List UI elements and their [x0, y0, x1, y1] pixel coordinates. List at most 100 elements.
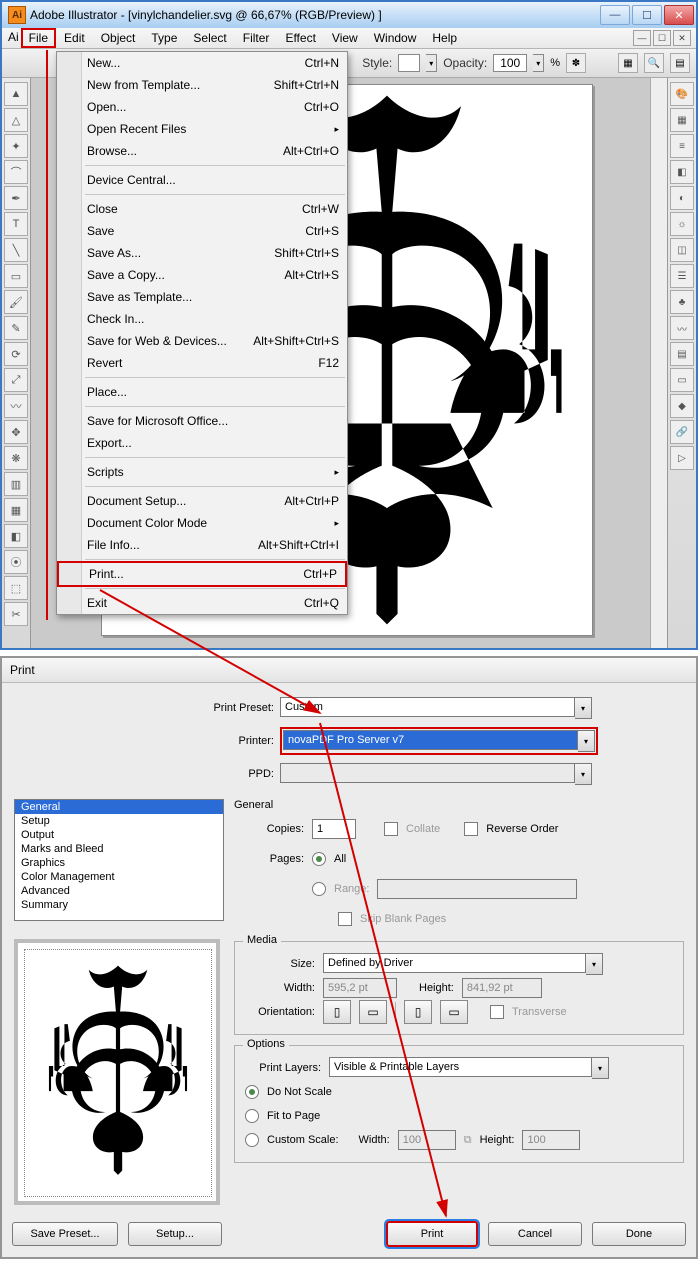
file-menu-item[interactable]: New...Ctrl+N [57, 52, 347, 74]
direct-select-tool-icon[interactable]: △ [4, 108, 28, 132]
lasso-tool-icon[interactable]: ⌒ [4, 160, 28, 184]
file-menu-item[interactable]: Export... [57, 432, 347, 454]
print-preset-combo[interactable]: Custom ▾ [280, 697, 592, 719]
slice-tool-icon[interactable]: ✂ [4, 602, 28, 626]
file-menu-item[interactable]: Open Recent Files▸ [57, 118, 347, 140]
file-menu-item[interactable]: Scripts▸ [57, 461, 347, 483]
category-item[interactable]: Graphics [15, 856, 223, 870]
print-preset-value[interactable]: Custom [280, 697, 575, 717]
style-dropdown-button[interactable]: ▾ [426, 54, 437, 72]
actions-panel-icon[interactable]: ▷ [670, 446, 694, 470]
file-menu-item[interactable]: Open...Ctrl+O [57, 96, 347, 118]
menu-select[interactable]: Select [185, 28, 234, 48]
symbol-sprayer-tool-icon[interactable]: ❋ [4, 446, 28, 470]
file-menu-item[interactable]: RevertF12 [57, 352, 347, 374]
file-menu-item[interactable]: CloseCtrl+W [57, 198, 347, 220]
type-tool-icon[interactable]: T [4, 212, 28, 236]
file-menu-item[interactable]: Save as Template... [57, 286, 347, 308]
orientation-portrait-up-icon[interactable]: ▯ [323, 1000, 351, 1024]
free-transform-tool-icon[interactable]: ✥ [4, 420, 28, 444]
vertical-scrollbar[interactable] [650, 78, 667, 648]
opacity-dropdown-button[interactable]: ▾ [533, 54, 544, 72]
file-menu-item[interactable]: Save for Web & Devices...Alt+Shift+Ctrl+… [57, 330, 347, 352]
pages-all-radio[interactable] [312, 852, 326, 866]
orientation-landscape-left-icon[interactable]: ▭ [359, 1000, 387, 1024]
paintbrush-tool-icon[interactable]: 🖌 [4, 290, 28, 314]
scale-tool-icon[interactable]: ⤢ [4, 368, 28, 392]
reverse-order-checkbox[interactable] [464, 822, 478, 836]
transparency-panel-icon[interactable]: ◐ [670, 186, 694, 210]
category-item[interactable]: Output [15, 828, 223, 842]
brushes-panel-icon[interactable]: 〰 [670, 316, 694, 340]
layers-panel-icon[interactable]: ☰ [670, 264, 694, 288]
warp-tool-icon[interactable]: 〰 [4, 394, 28, 418]
menu-filter[interactable]: Filter [235, 28, 278, 48]
file-menu-item[interactable]: Check In... [57, 308, 347, 330]
media-size-value[interactable]: Defined by Driver [323, 953, 586, 973]
menu-help[interactable]: Help [424, 28, 465, 48]
file-menu-item[interactable]: Device Central... [57, 169, 347, 191]
menu-effect[interactable]: Effect [277, 28, 323, 48]
prefs-icon[interactable]: ✽ [566, 53, 586, 73]
category-list[interactable]: GeneralSetupOutputMarks and BleedGraphic… [14, 799, 224, 921]
print-preset-dropdown-button[interactable]: ▾ [575, 697, 592, 719]
save-preset-button[interactable]: Save Preset... [12, 1222, 118, 1246]
file-menu-item[interactable]: Print...Ctrl+P [57, 561, 347, 587]
rectangle-tool-icon[interactable]: ▭ [4, 264, 28, 288]
magic-wand-tool-icon[interactable]: ✦ [4, 134, 28, 158]
done-button[interactable]: Done [592, 1222, 686, 1246]
links-panel-icon[interactable]: 🔗 [670, 420, 694, 444]
file-menu-item[interactable]: Document Setup...Alt+Ctrl+P [57, 490, 347, 512]
style-swatch[interactable] [398, 54, 420, 72]
file-menu-item[interactable]: New from Template...Shift+Ctrl+N [57, 74, 347, 96]
color-panel-icon[interactable]: 🎨 [670, 82, 694, 106]
print-layers-value[interactable]: Visible & Printable Layers [329, 1057, 592, 1077]
category-item[interactable]: Advanced [15, 884, 223, 898]
menu-view[interactable]: View [324, 28, 366, 48]
category-item[interactable]: General [15, 800, 223, 814]
stroke-panel-icon[interactable]: ≡ [670, 134, 694, 158]
print-layers-combo[interactable]: Visible & Printable Layers ▾ [329, 1057, 609, 1079]
window-maximize-button[interactable]: ☐ [632, 5, 662, 25]
file-menu-item[interactable]: Save As...Shift+Ctrl+S [57, 242, 347, 264]
blend-tool-icon[interactable]: ⬚ [4, 576, 28, 600]
do-not-scale-radio[interactable] [245, 1085, 259, 1099]
symbols-panel-icon[interactable]: ♣ [670, 290, 694, 314]
doc-setup-icon[interactable]: ▦ [618, 53, 638, 73]
pencil-tool-icon[interactable]: ✎ [4, 316, 28, 340]
link-wh-icon[interactable]: ⧉ [464, 1134, 472, 1147]
gradient-panel-icon[interactable]: ◧ [670, 160, 694, 184]
category-item[interactable]: Color Management [15, 870, 223, 884]
opacity-input[interactable]: 100 [493, 54, 527, 72]
doc-close-button[interactable]: ✕ [673, 30, 691, 46]
doc-restore-button[interactable]: ☐ [653, 30, 671, 46]
selection-tool-icon[interactable]: ▲ [4, 82, 28, 106]
file-menu-item[interactable]: Place... [57, 381, 347, 403]
gradient-tool-icon[interactable]: ◧ [4, 524, 28, 548]
file-menu-item[interactable]: Document Color Mode▸ [57, 512, 347, 534]
panel-toggle-icon[interactable]: ▤ [670, 53, 690, 73]
printer-combo[interactable]: novaPDF Pro Server v7 ▾ [280, 727, 598, 755]
category-item[interactable]: Summary [15, 898, 223, 912]
cancel-button[interactable]: Cancel [488, 1222, 582, 1246]
zoom-icon[interactable]: 🔍 [644, 53, 664, 73]
appearance-panel-icon[interactable]: ☼ [670, 212, 694, 236]
graph-tool-icon[interactable]: ▥ [4, 472, 28, 496]
menu-window[interactable]: Window [366, 28, 425, 48]
file-menu-item[interactable]: Save for Microsoft Office... [57, 410, 347, 432]
printer-value[interactable]: novaPDF Pro Server v7 [283, 730, 578, 750]
orientation-portrait-down-icon[interactable]: ▯ [404, 1000, 432, 1024]
category-item[interactable]: Marks and Bleed [15, 842, 223, 856]
print-button[interactable]: Print [386, 1221, 478, 1247]
transform-panel-icon[interactable]: ▭ [670, 368, 694, 392]
setup-button[interactable]: Setup... [128, 1222, 222, 1246]
file-menu-item[interactable]: Save a Copy...Alt+Ctrl+S [57, 264, 347, 286]
printer-dropdown-button[interactable]: ▾ [578, 730, 595, 752]
graphic-styles-panel-icon[interactable]: ◫ [670, 238, 694, 262]
pathfinder-panel-icon[interactable]: ◆ [670, 394, 694, 418]
file-menu-item[interactable]: Browse...Alt+Ctrl+O [57, 140, 347, 162]
file-menu-item[interactable]: SaveCtrl+S [57, 220, 347, 242]
pen-tool-icon[interactable]: ✒ [4, 186, 28, 210]
file-menu-item[interactable]: ExitCtrl+Q [57, 592, 347, 614]
menu-edit[interactable]: Edit [56, 28, 93, 48]
